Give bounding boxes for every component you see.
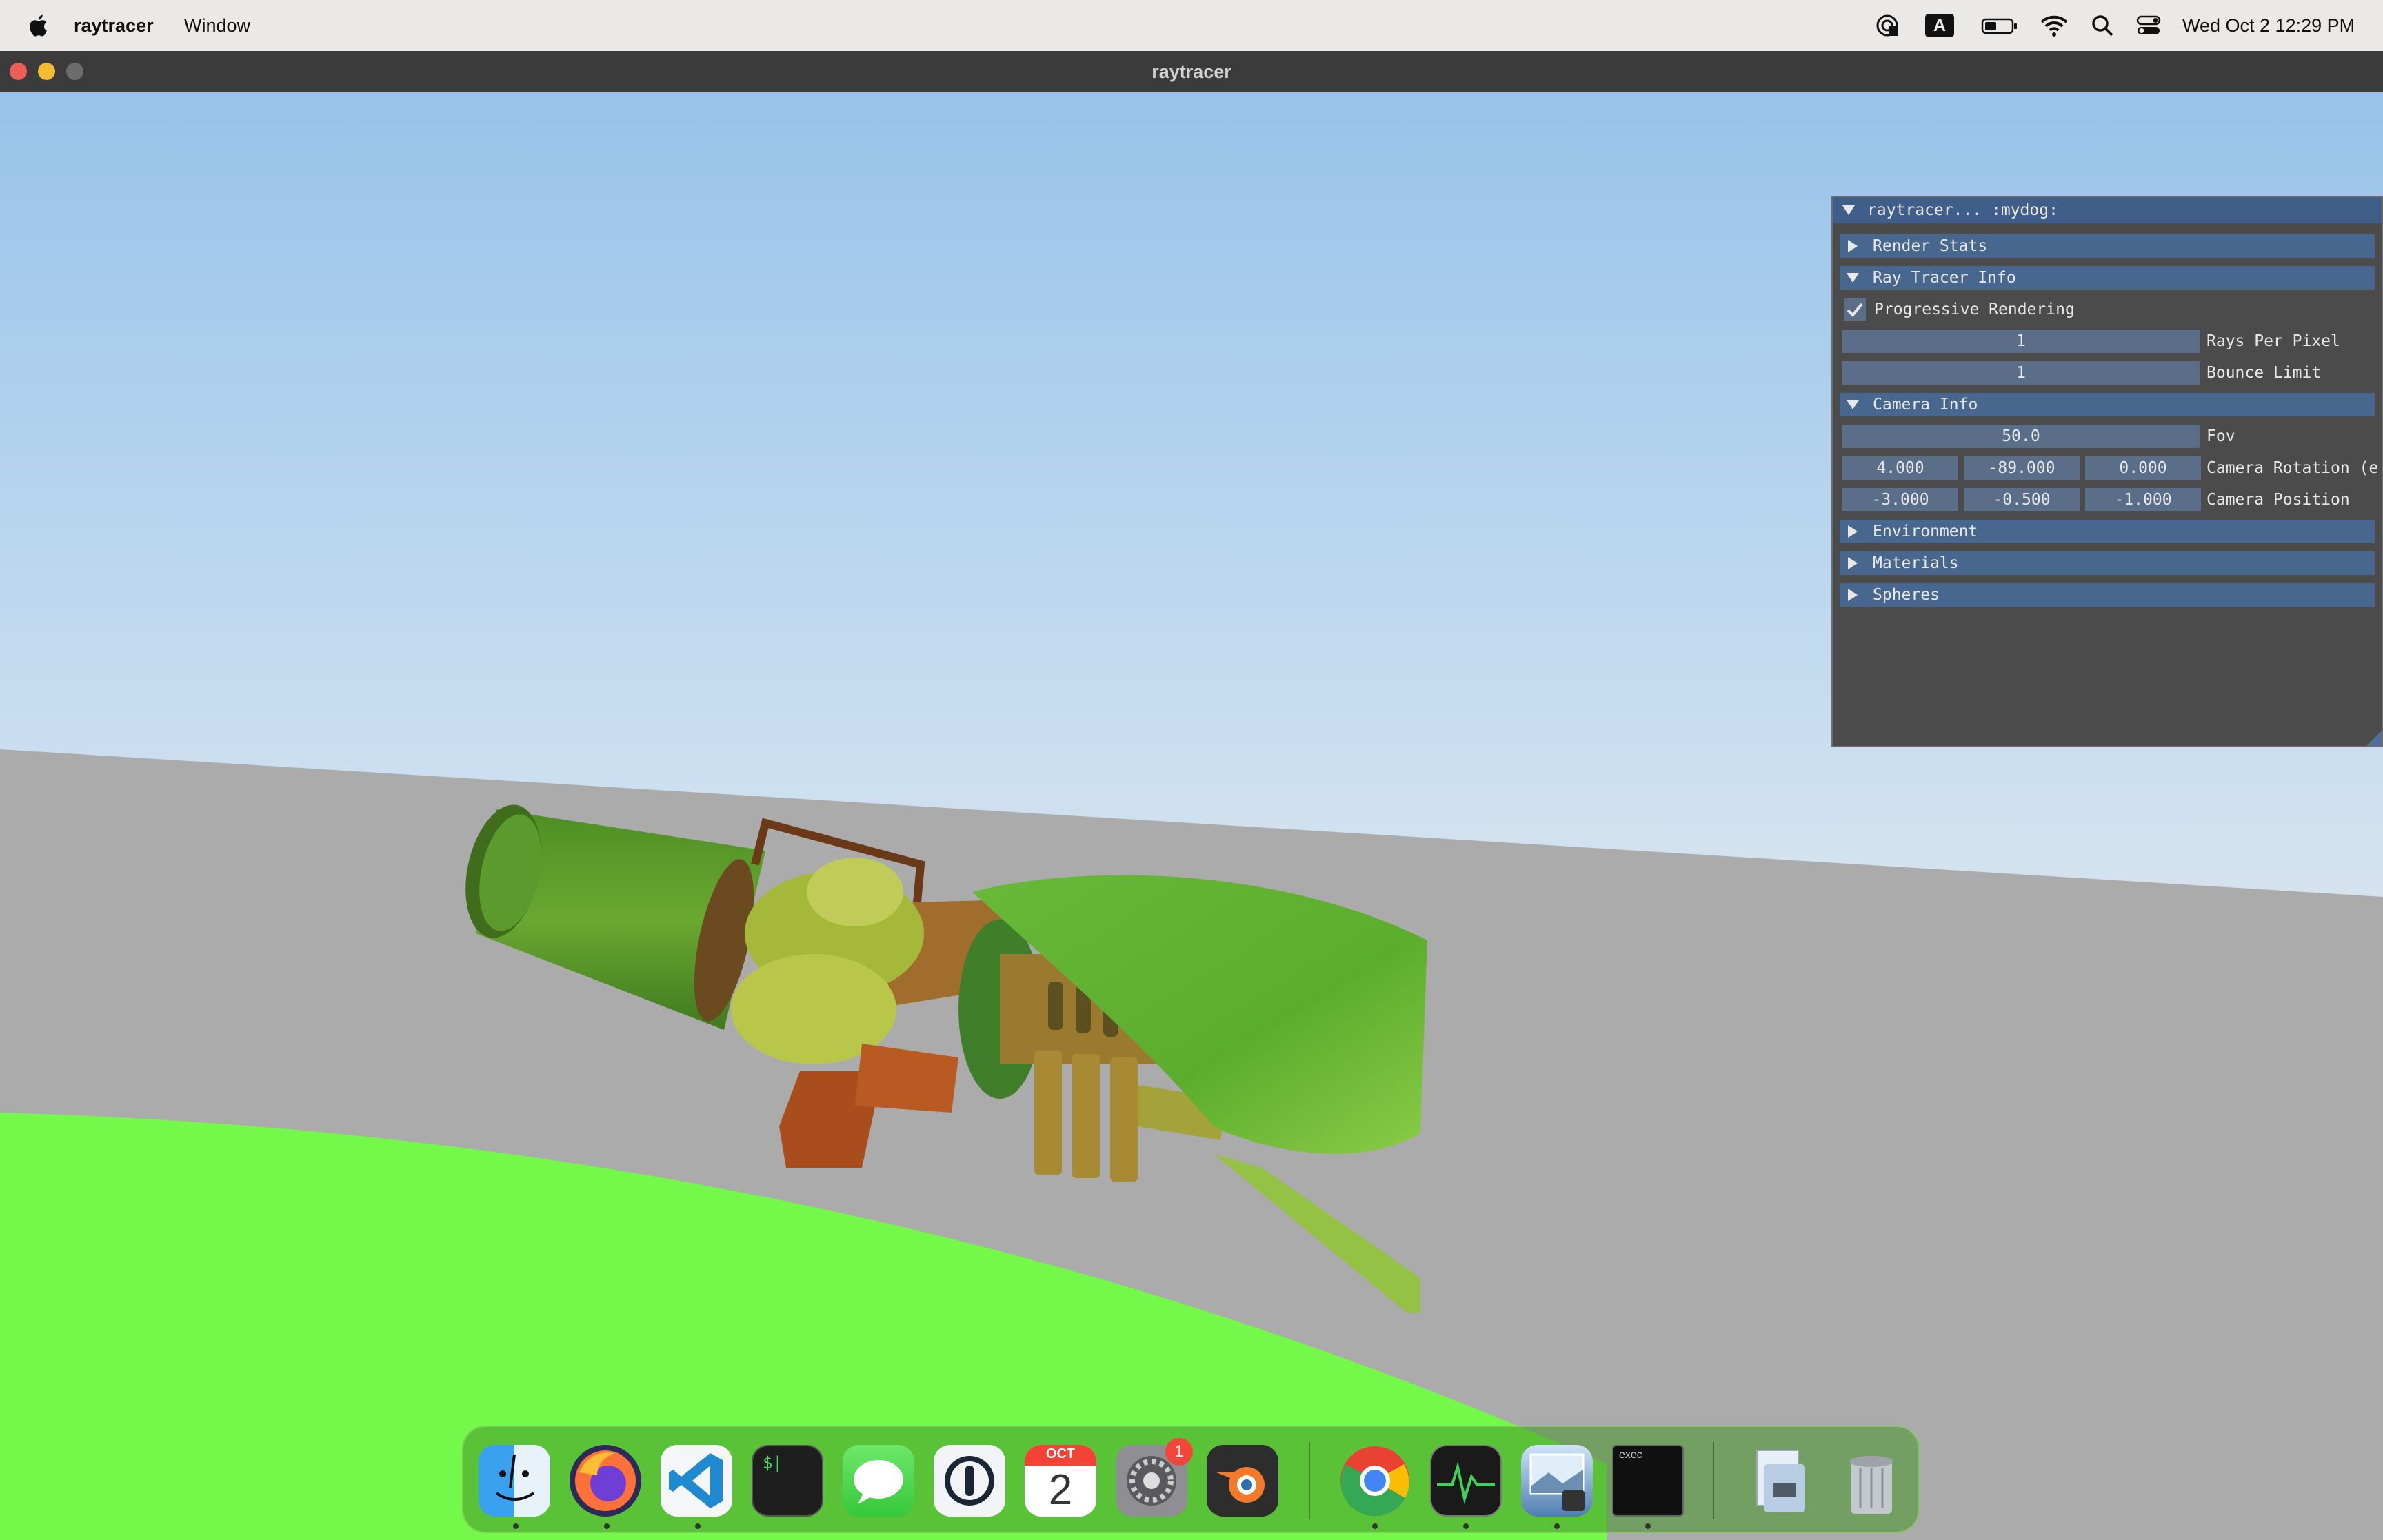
- firefox-icon[interactable]: [570, 1445, 641, 1517]
- camera-position-y-input[interactable]: -0.500: [1964, 488, 2080, 511]
- search-icon[interactable]: [2091, 12, 2114, 39]
- resize-grip[interactable]: [2366, 731, 2382, 746]
- terminal-icon[interactable]: $|: [752, 1445, 823, 1517]
- running-indicator: [1645, 1523, 1651, 1529]
- expand-triangle-icon: [1848, 525, 1858, 538]
- menu-window[interactable]: Window: [184, 0, 250, 51]
- running-indicator: [1372, 1523, 1378, 1529]
- exec-label: exec: [1619, 1449, 1642, 1461]
- expand-triangle-icon: [1848, 557, 1858, 569]
- materials-header[interactable]: Materials: [1840, 551, 2375, 575]
- camera-rotation-label: Camera Rotation (e: [2206, 459, 2379, 477]
- materials-label: Materials: [1873, 554, 1959, 572]
- window-title: raytracer: [1152, 61, 1231, 82]
- window-titlebar[interactable]: raytracer: [0, 51, 2383, 94]
- notification-badge: 1: [1165, 1438, 1193, 1466]
- terminal-prompt-text: $|: [763, 1453, 783, 1472]
- fov-input[interactable]: 50.0: [1842, 425, 2200, 448]
- finder-icon[interactable]: [479, 1445, 550, 1517]
- progressive-rendering-checkbox[interactable]: [1844, 298, 1866, 321]
- running-indicator: [1554, 1523, 1560, 1529]
- expand-triangle-icon: [1848, 240, 1858, 252]
- panel-titlebar[interactable]: raytracer... :mydog:: [1833, 197, 2382, 223]
- battery-icon[interactable]: [1981, 12, 2018, 39]
- fov-label: Fov: [2206, 427, 2235, 445]
- dock-separator: [1713, 1442, 1714, 1519]
- camera-info-header[interactable]: Camera Info: [1840, 393, 2375, 416]
- running-indicator: [604, 1523, 610, 1529]
- wifi-icon[interactable]: [2040, 12, 2069, 39]
- render-stats-label: Render Stats: [1873, 237, 1988, 255]
- dock-separator: [1309, 1442, 1310, 1519]
- spheres-header[interactable]: Spheres: [1840, 583, 2375, 607]
- menu-bar: raytracer Window A Wed Oct 2 12:29 PM: [0, 0, 2383, 51]
- running-indicator: [513, 1523, 519, 1529]
- chrome-icon[interactable]: [1339, 1445, 1411, 1517]
- render-viewport[interactable]: raytracer... :mydog: Render Stats Ray Tr…: [0, 92, 2383, 1540]
- vpn-icon[interactable]: [1874, 12, 1900, 39]
- apple-icon[interactable]: [26, 12, 48, 39]
- camera-position-label: Camera Position: [2206, 491, 2350, 509]
- rays-per-pixel-input[interactable]: 1: [1842, 330, 2200, 353]
- calendar-icon[interactable]: OCT 2: [1025, 1445, 1096, 1517]
- collapse-triangle-icon: [1847, 273, 1859, 283]
- spheres-label: Spheres: [1873, 586, 1940, 604]
- panel-title: raytracer... :mydog:: [1867, 201, 2058, 219]
- camera-info-label: Camera Info: [1873, 396, 1978, 414]
- checkmark-icon: [1847, 303, 1863, 317]
- vscode-icon[interactable]: [661, 1445, 732, 1517]
- camera-position-x-input[interactable]: -3.000: [1842, 488, 1958, 511]
- collapse-triangle-icon[interactable]: [1842, 205, 1855, 215]
- raytracer-window: raytracer raytracer...:mydog: Render St…: [0, 51, 2383, 1540]
- running-indicator: [1463, 1523, 1469, 1529]
- render-stats-header[interactable]: Render Stats: [1840, 234, 2375, 258]
- camera-rotation-z-input[interactable]: 0.000: [2085, 456, 2201, 480]
- onepassword-icon[interactable]: [934, 1445, 1005, 1517]
- dock: $| OCT 2 1 exec: [462, 1426, 1920, 1533]
- calendar-day: 2: [1048, 1466, 1073, 1514]
- ray-tracer-info-header[interactable]: Ray Tracer Info: [1840, 266, 2375, 290]
- camera-position-z-input[interactable]: -1.000: [2085, 488, 2201, 511]
- bounce-limit-input[interactable]: 1: [1842, 361, 2200, 385]
- blender-icon[interactable]: [1207, 1445, 1278, 1517]
- rays-per-pixel-label: Rays Per Pixel: [2206, 332, 2340, 350]
- imgui-panel[interactable]: raytracer... :mydog: Render Stats Ray Tr…: [1831, 196, 2383, 747]
- downloads-folder-icon[interactable]: [1744, 1445, 1816, 1517]
- expand-triangle-icon: [1848, 589, 1858, 601]
- running-indicator: [695, 1523, 701, 1529]
- preview-icon[interactable]: [1521, 1445, 1593, 1517]
- menu-app-name[interactable]: raytracer: [74, 0, 154, 51]
- bounce-limit-label: Bounce Limit: [2206, 364, 2322, 382]
- messages-icon[interactable]: [843, 1445, 914, 1517]
- menu-clock[interactable]: Wed Oct 2 12:29 PM: [2182, 0, 2355, 51]
- ray-tracer-info-label: Ray Tracer Info: [1873, 269, 2016, 287]
- environment-label: Environment: [1873, 523, 1978, 540]
- progressive-rendering-label: Progressive Rendering: [1874, 301, 2075, 318]
- exec-icon[interactable]: exec: [1612, 1445, 1684, 1517]
- calendar-month: OCT: [1045, 1446, 1076, 1461]
- camera-rotation-x-input[interactable]: 4.000: [1842, 456, 1958, 480]
- activity-monitor-icon[interactable]: [1430, 1445, 1502, 1517]
- camera-rotation-y-input[interactable]: -89.000: [1964, 456, 2080, 480]
- control-center-icon[interactable]: [2136, 12, 2161, 39]
- keyboard-input-icon[interactable]: A: [1925, 14, 1954, 37]
- environment-header[interactable]: Environment: [1840, 520, 2375, 543]
- collapse-triangle-icon: [1847, 400, 1859, 409]
- trash-icon[interactable]: [1836, 1445, 1907, 1517]
